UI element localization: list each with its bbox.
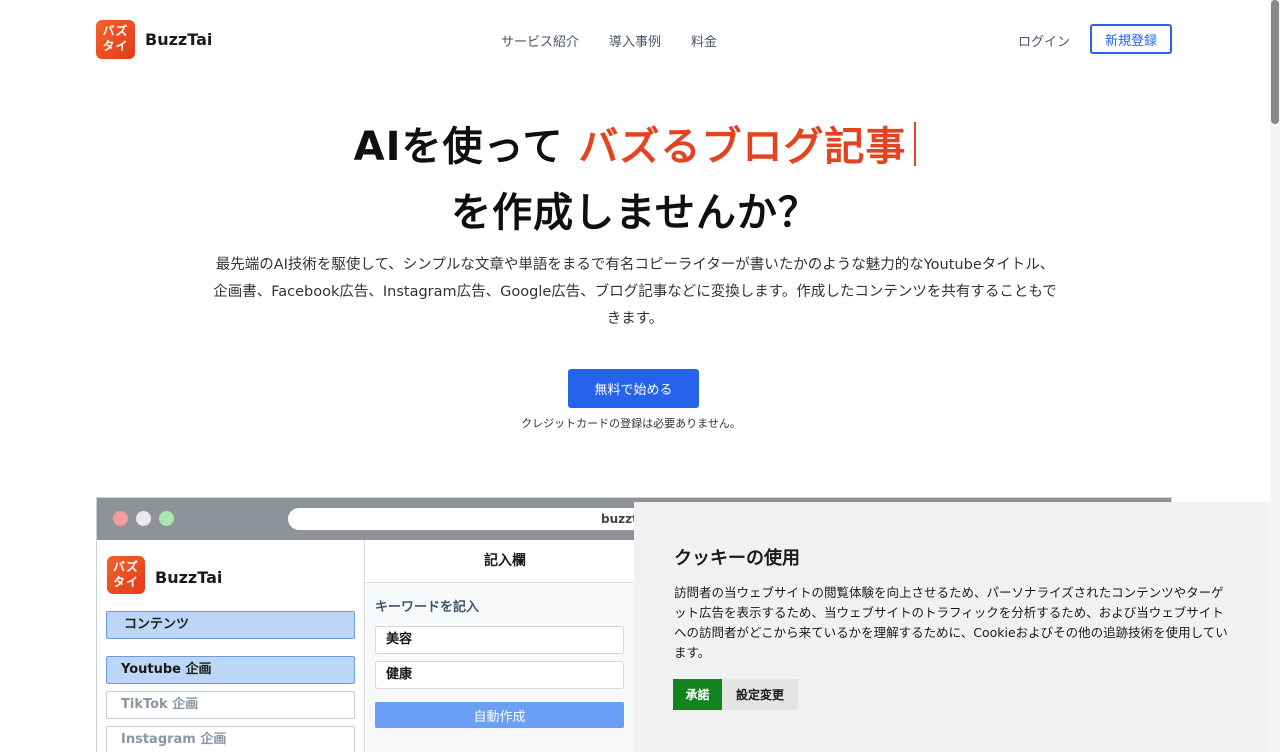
page-scrollbar[interactable]	[1270, 0, 1280, 752]
logo-text-line1: バズ	[102, 24, 129, 38]
preview-auto-create-button: 自動作成	[375, 702, 624, 728]
brand-name[interactable]: BuzzTai	[145, 30, 212, 49]
cookie-title: クッキーの使用	[674, 548, 800, 569]
nav-link-services[interactable]: サービス紹介	[501, 31, 579, 50]
hero-headline-prefix: AIを使って	[353, 124, 579, 170]
hero-headline-accent: バズるブログ記事	[578, 124, 907, 170]
nav-link-pricing[interactable]: 料金	[691, 31, 717, 50]
site-header: バズ タイ BuzzTai サービス紹介 導入事例 料金 ログイン 新規登録	[0, 0, 1270, 80]
preview-keyword-field: 健康	[375, 661, 624, 689]
hero-headline-line2: を作成しませんか？	[451, 190, 819, 236]
logo-text-line2: タイ	[102, 39, 129, 53]
nav-link-case-studies[interactable]: 導入事例	[609, 31, 661, 50]
no-credit-card-note: クレジットカードの登録は必要ありません。	[521, 417, 741, 430]
brand-logo[interactable]: バズ タイ	[96, 20, 135, 59]
preview-main-panel: 記入欄 キーワードを記入 美容 健康 自動作成	[365, 540, 645, 752]
signup-button[interactable]: 新規登録	[1090, 24, 1172, 54]
window-close-dot-icon	[113, 511, 128, 526]
window-maximize-dot-icon	[159, 511, 174, 526]
preview-brand-logo: バズ タイ	[107, 556, 145, 594]
preview-sidebar-item-contents: コンテンツ	[106, 611, 355, 639]
preview-sidebar: バズ タイ BuzzTai コンテンツ Youtube 企画 TikTok 企画…	[97, 540, 365, 752]
preview-keyword-label: キーワードを記入	[375, 600, 480, 615]
hero-description: 最先端のAI技術を駆使して、シンプルな文章や単語をまるで有名コピーライターが書い…	[213, 257, 1057, 327]
preview-brand-name: BuzzTai	[155, 568, 223, 587]
preview-sidebar-item-instagram: Instagram 企画	[106, 726, 355, 752]
preview-panel-title: 記入欄	[365, 540, 645, 583]
preview-logo-text-line2: タイ	[112, 575, 139, 589]
preview-sidebar-item-youtube: Youtube 企画	[106, 656, 355, 684]
preview-keyword-field: 美容	[375, 626, 624, 654]
start-free-button[interactable]: 無料で始める	[568, 369, 699, 408]
cookie-accept-button[interactable]: 承諾	[673, 679, 722, 710]
window-minimize-dot-icon	[136, 511, 151, 526]
typing-caret	[914, 122, 917, 166]
preview-logo-text-line1: バズ	[112, 560, 139, 574]
cookie-banner: クッキーの使用 訪問者の当ウェブサイトの閲覧体験を向上させるため、パーソナライズ…	[634, 502, 1270, 752]
scrollbar-thumb[interactable]	[1271, 0, 1279, 124]
preview-sidebar-item-tiktok: TikTok 企画	[106, 691, 355, 719]
login-link[interactable]: ログイン	[1018, 31, 1070, 50]
cookie-description: 訪問者の当ウェブサイトの閲覧体験を向上させるため、パーソナライズされたコンテンツ…	[674, 585, 1228, 660]
hero-headline-line1: AIを使って バズるブログ記事	[0, 114, 1270, 172]
cookie-settings-button[interactable]: 設定変更	[722, 679, 798, 710]
